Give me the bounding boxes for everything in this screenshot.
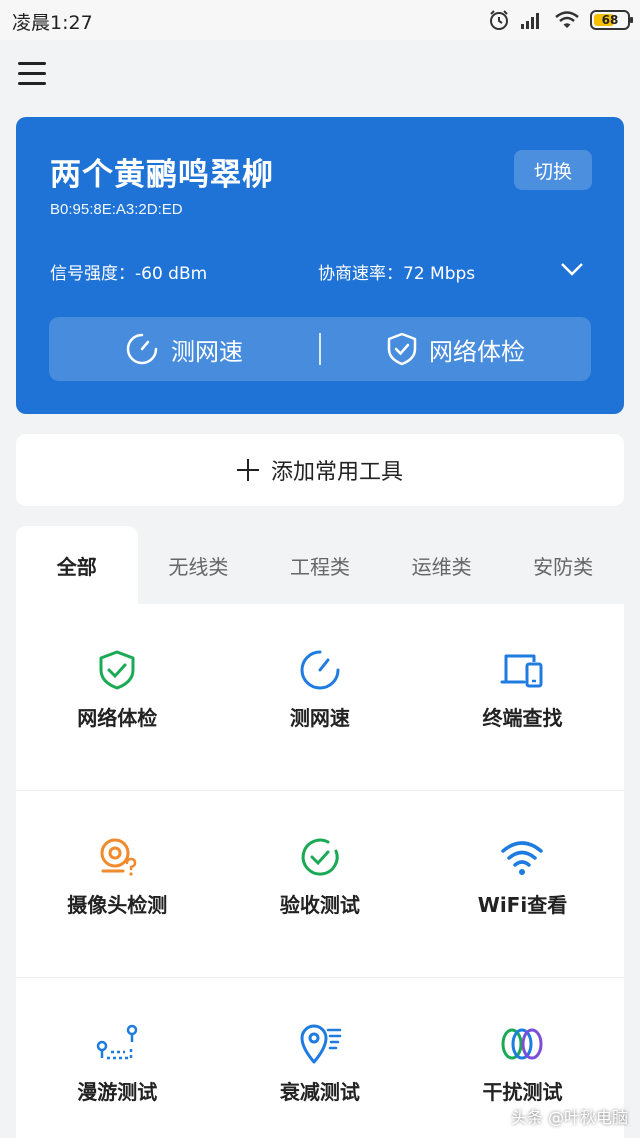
wifi-status-icon — [555, 11, 579, 28]
network-check-label: 网络体检 — [429, 337, 525, 366]
tab-security[interactable]: 安防类 — [502, 526, 624, 604]
roaming-icon — [97, 1024, 138, 1060]
camera-question-icon — [100, 838, 137, 876]
tab-operations[interactable]: 运维类 — [381, 526, 503, 604]
tool-acceptance-test[interactable]: 验收测试 — [219, 791, 422, 977]
tool-speed-test[interactable]: 测网速 — [219, 604, 422, 790]
alarm-icon — [490, 10, 508, 30]
tool-network-check[interactable]: 网络体检 — [16, 604, 219, 790]
location-signal-icon — [300, 1024, 342, 1064]
status-bar: 凌晨1:27 68 — [0, 0, 640, 40]
battery-indicator: 68 — [590, 10, 633, 30]
chevron-down-icon[interactable] — [560, 259, 584, 279]
menu-icon[interactable] — [18, 62, 48, 88]
tools-panel: 全部 无线类 工程类 运维类 安防类 网络体检 测网速 终端查找 摄像头检测 验… — [16, 526, 624, 1138]
network-check-button[interactable]: 网络体检 — [321, 317, 591, 381]
add-tool-label: 添加常用工具 — [270, 460, 403, 485]
plus-icon — [236, 459, 259, 481]
tool-label: 网络体检 — [77, 706, 158, 730]
tool-device-finder[interactable]: 终端查找 — [421, 604, 624, 790]
shield-check-icon — [387, 332, 417, 366]
cellular-signal-icon — [521, 13, 539, 29]
speed-test-label: 测网速 — [171, 337, 243, 366]
network-card: 两个黄鹂鸣翠柳 B0:95:8E:A3:2D:ED 切换 信号强度：-60 dB… — [16, 117, 624, 414]
tool-label: 干扰测试 — [482, 1080, 563, 1104]
status-icons: 68 — [488, 8, 633, 32]
add-common-tool-button[interactable]: 添加常用工具 — [16, 434, 624, 506]
tool-label: WiFi查看 — [477, 893, 568, 917]
tab-wireless[interactable]: 无线类 — [138, 526, 260, 604]
shield-check-icon — [99, 650, 135, 690]
tool-attenuation-test[interactable]: 衰减测试 — [219, 978, 422, 1138]
app-header — [0, 40, 640, 110]
tab-engineering[interactable]: 工程类 — [259, 526, 381, 604]
tool-label: 衰减测试 — [279, 1080, 360, 1104]
tool-label: 漫游测试 — [77, 1080, 158, 1104]
tool-label: 测网速 — [289, 706, 350, 730]
wifi-ssid: 两个黄鹂鸣翠柳 — [50, 157, 274, 193]
devices-icon — [500, 654, 543, 688]
watermark: 头条 @叶秋电脑 — [510, 1108, 628, 1127]
tool-wifi-view[interactable]: WiFi查看 — [421, 791, 624, 977]
signal-strength: 信号强度：-60 dBm — [50, 264, 208, 284]
tool-camera-detect[interactable]: 摄像头检测 — [16, 791, 219, 977]
speedometer-icon — [126, 333, 158, 365]
switch-network-button[interactable]: 切换 — [514, 150, 592, 190]
tab-all[interactable]: 全部 — [16, 526, 138, 604]
category-tabs: 全部 无线类 工程类 运维类 安防类 — [16, 526, 624, 604]
check-circle-icon — [301, 838, 339, 876]
tool-label: 摄像头检测 — [67, 893, 168, 917]
status-time: 凌晨1:27 — [12, 12, 93, 34]
interference-rings-icon — [501, 1028, 543, 1060]
mac-address: B0:95:8E:A3:2D:ED — [50, 201, 183, 218]
link-rate: 协商速率：72 Mbps — [318, 264, 476, 284]
speed-test-button[interactable]: 测网速 — [49, 317, 319, 381]
tool-roaming-test[interactable]: 漫游测试 — [16, 978, 219, 1138]
tool-label: 验收测试 — [279, 893, 360, 917]
tool-label: 终端查找 — [482, 706, 563, 730]
speedometer-icon — [300, 650, 340, 690]
quick-action-bar: 测网速 网络体检 — [49, 317, 591, 381]
wifi-icon — [501, 841, 544, 875]
battery-text: 68 — [601, 13, 619, 27]
tool-grid: 网络体检 测网速 终端查找 摄像头检测 验收测试 WiFi查看 漫游测试 衰减测… — [16, 604, 624, 1138]
